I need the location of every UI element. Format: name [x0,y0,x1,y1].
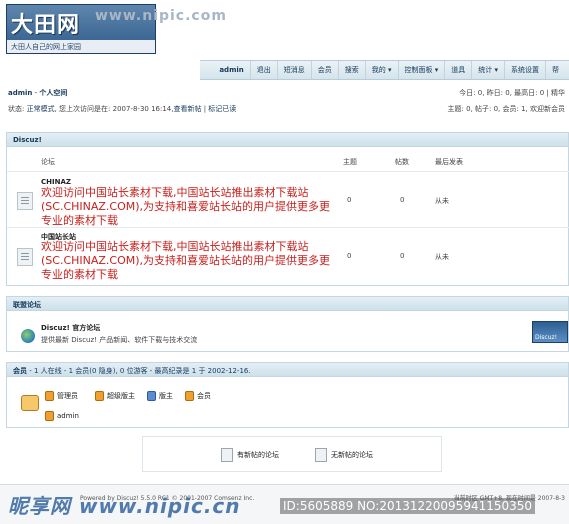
nav-settings[interactable]: 系统设置 [504,61,545,79]
mark-read-link[interactable]: 标记已读 [208,105,236,113]
forum-description: 欢迎访问中国站长素材下载,中国站长站推出素材下载站(SC.CHINAZ.COM)… [41,186,331,227]
nav-messages[interactable]: 短消息 [276,61,311,79]
col-forum: 论坛 [41,158,55,166]
legend-nonew: 无新帖的论坛 [315,448,373,462]
logo-subtitle: 大田人自己的网上家园 [7,40,155,53]
league-section: 联盟论坛 Discuz! 官方论坛 提供最新 Discuz! 产品新闻、软件下载… [6,296,569,352]
col-posts: 帖数 [395,158,409,166]
top-nav: admin 退出 短消息 会员 搜索 我的 ▾ 控制面板 ▾ 道具 统计 ▾ 系… [200,60,569,80]
forum-description: 欢迎访问中国站长素材下载,中国站长站推出素材下载站(SC.CHINAZ.COM)… [41,240,331,281]
status-prefix: 状态: [8,105,27,113]
breadcrumb-space[interactable]: 个人空间 [39,89,67,97]
forum-posts: 0 [400,196,405,204]
league-forum-name[interactable]: Discuz! 官方论坛 [41,323,100,333]
legend-supermod: 超级版主 [95,391,135,401]
legend-member-label: 会员 [197,392,211,400]
league-title: 联盟论坛 [7,297,568,311]
nav-help[interactable]: 帮 [545,61,565,79]
legend-mod-label: 版主 [159,392,173,400]
legend-mod: 版主 [147,391,173,401]
watermark-bottom: 昵享网 www.nipic.cn [8,494,241,518]
new-posts-link[interactable]: 查看新帖 [173,105,201,113]
breadcrumb: admin - 个人空间 [8,88,348,98]
stats-totals: 主题: 0, 帖子: 0, 会员: 1, 欢迎新会员 [447,105,565,113]
forum-topics: 0 [347,196,352,204]
breadcrumb-user[interactable]: admin [8,89,32,97]
legend-member: 会员 [185,391,211,401]
nav-control-panel[interactable]: 控制面板 ▾ [397,61,445,79]
watermark-top: www.nipic.com [95,8,227,24]
forum-status-icon [17,192,33,210]
supermod-icon [95,391,104,401]
forum-last-post: 从未 [435,253,449,261]
mode-link[interactable]: 正常模式 [27,105,55,113]
legend-supermod-label: 超级版主 [107,392,135,400]
board-stats: 今日: 0, 昨日: 0, 最高日: 0 | 精华 主题: 0, 帖子: 0, … [448,88,565,120]
status-area: admin - 个人空间 状态: 正常模式, 您上次访问是在: 2007-8-3… [8,88,348,114]
no-new-posts-icon [315,448,327,462]
online-title[interactable]: 会员 [13,367,27,375]
section-title[interactable]: Discuz! [7,133,568,147]
forum-row: 中国站长站 欢迎访问中国站长素材下载,中国站长站推出素材下载站(SC.CHINA… [7,227,569,285]
online-user[interactable]: admin [45,411,79,421]
forum-topics: 0 [347,252,352,260]
legend-new: 有新帖的论坛 [221,448,279,462]
stats-today: 今日: 0, 昨日: 0, 最高日: 0 | 精华 [459,89,565,97]
mod-icon [147,391,156,401]
nav-stats[interactable]: 统计 ▾ [471,61,504,79]
nav-my[interactable]: 我的 ▾ [364,61,398,79]
discuz-banner[interactable]: Discuz! [532,321,568,343]
legend-nonew-label: 无新帖的论坛 [331,451,373,459]
online-summary: - 1 人在线 - 1 会员(0 隐身), 0 位游客 - 最高纪录是 1 于 … [27,367,251,375]
forum-posts: 0 [400,252,405,260]
nav-search[interactable]: 搜索 [337,61,365,79]
online-user-name[interactable]: admin [57,412,79,420]
nav-logout[interactable]: 退出 [249,61,277,79]
forum-status-icon [17,248,33,266]
col-topics: 主题 [343,158,357,166]
online-head: 会员 - 1 人在线 - 1 会员(0 隐身), 0 位游客 - 最高纪录是 1… [7,363,568,377]
nav-members[interactable]: 会员 [310,61,338,79]
legend-new-label: 有新帖的论坛 [237,451,279,459]
forum-legend: 有新帖的论坛 无新帖的论坛 [142,436,442,472]
forum-list-section: Discuz! 论坛 主题 帖数 最后发表 CHINAZ 欢迎访问中国站长素材下… [6,132,569,286]
league-forum-desc: 提供最新 Discuz! 产品新闻、软件下载与技术交流 [41,336,198,344]
forum-row: CHINAZ 欢迎访问中国站长素材下载,中国站长站推出素材下载站(SC.CHIN… [7,171,569,227]
site-header: 大田网 大田人自己的网上家园 www.nipic.com [0,0,569,58]
globe-icon [21,329,35,343]
status-line: 状态: 正常模式, 您上次访问是在: 2007-8-30 16:14,查看新帖 … [8,104,348,114]
col-last-post: 最后发表 [435,158,463,166]
online-section: 会员 - 1 人在线 - 1 会员(0 隐身), 0 位游客 - 最高纪录是 1… [6,362,569,428]
user-icon [45,411,54,421]
forum-page: 大田网 大田人自己的网上家园 www.nipic.com admin 退出 短消… [0,0,569,524]
nav-user[interactable]: admin [213,61,249,79]
new-posts-icon [221,448,233,462]
logo-title: 大田网 [11,12,81,38]
legend-admin-label: 管理员 [57,392,78,400]
users-icon [21,395,39,411]
watermark-id: ID:5605889 NO:20131220095941150350 [280,498,536,514]
nav-tools[interactable]: 道具 [444,61,471,79]
last-visit: , 您上次访问是在: 2007-8-30 16:14, [54,105,174,113]
member-icon [185,391,194,401]
admin-icon [45,391,54,401]
forum-name[interactable]: CHINAZ [41,178,71,186]
forum-last-post: 从未 [435,197,449,205]
legend-admin: 管理员 [45,391,78,401]
